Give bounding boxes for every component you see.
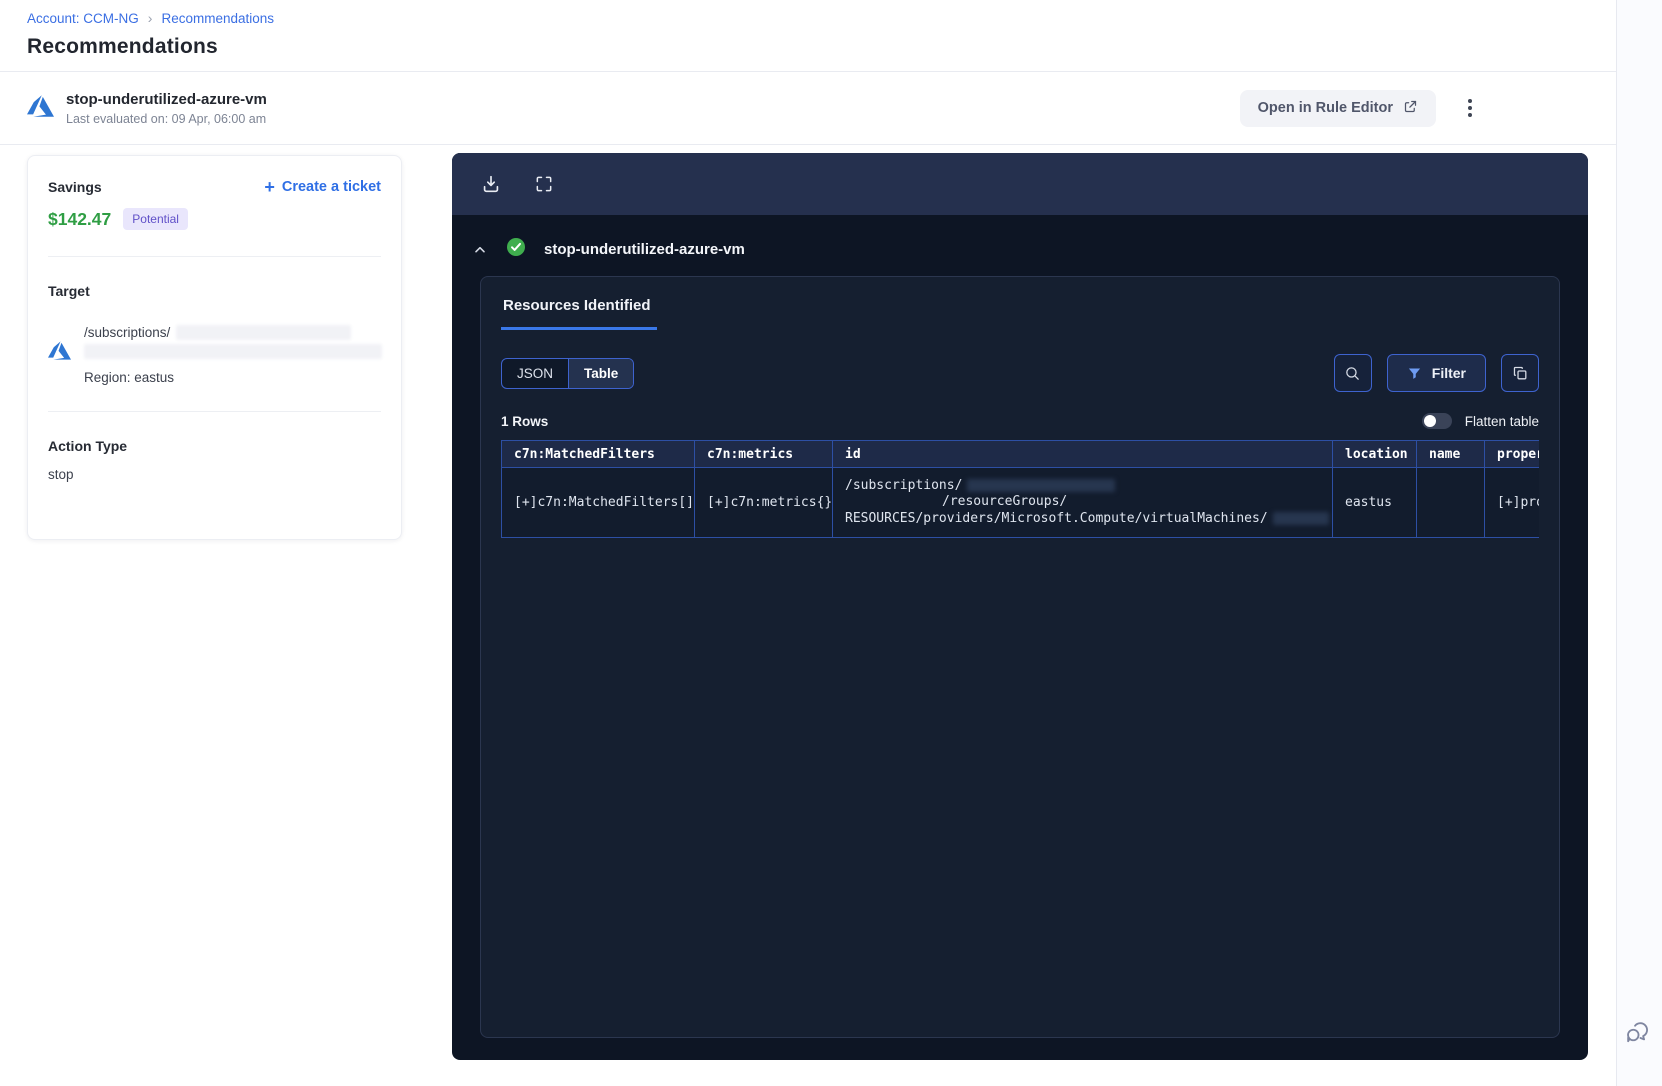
flatten-table-control: Flatten table <box>1421 413 1539 429</box>
breadcrumb-separator-icon: › <box>147 10 153 26</box>
tab-resources-identified[interactable]: Resources Identified <box>501 297 657 330</box>
cell-properties-expander[interactable]: [+]properties{} <box>1484 467 1539 538</box>
open-rule-editor-label: Open in Rule Editor <box>1257 100 1393 116</box>
recommendation-summary-card: Savings + Create a ticket $142.47 Potent… <box>27 155 402 540</box>
action-type-label: Action Type <box>48 438 128 454</box>
panel-titlebar: stop-underutilized-azure-vm <box>452 215 1588 276</box>
target-label: Target <box>48 283 90 299</box>
view-mode-table[interactable]: Table <box>568 358 634 388</box>
action-type-value: stop <box>48 467 74 482</box>
table-action-buttons: Filter <box>1333 354 1539 392</box>
main-content-column: Account: CCM-NG › Recommendations Recomm… <box>0 0 1617 1086</box>
resource-id-line2: /resourceGroups/ <box>942 494 1068 510</box>
target-path-text: /subscriptions/ <box>84 325 171 340</box>
flatten-table-toggle[interactable] <box>1421 413 1452 429</box>
recommendation-identity: stop-underutilized-azure-vm Last evaluat… <box>27 91 267 126</box>
breadcrumb-account-link[interactable]: Account: CCM-NG <box>27 11 139 26</box>
create-ticket-button[interactable]: + Create a ticket <box>264 177 381 197</box>
redacted-text <box>967 478 1116 492</box>
results-table-container: c7n:MatchedFilters c7n:metrics id locati… <box>501 440 1539 538</box>
body-area: Savings + Create a ticket $142.47 Potent… <box>0 140 1617 1086</box>
card-divider <box>48 256 381 257</box>
last-evaluated-text: Last evaluated on: 09 Apr, 06:00 am <box>66 111 267 126</box>
fullscreen-icon[interactable] <box>534 174 554 194</box>
search-button[interactable] <box>1333 354 1372 392</box>
external-link-icon <box>1403 99 1418 118</box>
rule-output-panel: stop-underutilized-azure-vm Resources Id… <box>452 153 1588 1060</box>
chevron-up-icon[interactable] <box>472 242 488 258</box>
cell-metrics-expander[interactable]: [+]c7n:metrics{} <box>694 467 833 538</box>
copy-button[interactable] <box>1501 354 1539 392</box>
cell-location: eastus <box>1332 467 1417 538</box>
recommendation-title-block: stop-underutilized-azure-vm Last evaluat… <box>66 91 267 126</box>
azure-logo-icon <box>27 94 54 122</box>
redacted-text <box>84 344 382 359</box>
column-header-location: location <box>1332 440 1417 468</box>
page-title: Recommendations <box>27 35 218 58</box>
plus-icon: + <box>264 177 275 197</box>
funnel-icon <box>1407 366 1422 381</box>
resource-id-line3: RESOURCES/providers/Microsoft.Compute/vi… <box>845 510 1268 526</box>
column-header-properties: properties <box>1484 440 1539 468</box>
redacted-text <box>1272 511 1329 525</box>
azure-logo-icon-small <box>48 341 71 365</box>
chat-bubbles-icon[interactable] <box>1623 1017 1653 1052</box>
resources-identified-card: Resources Identified JSON Table Filter 1… <box>480 276 1560 1038</box>
column-header-name: name <box>1416 440 1485 468</box>
filter-button[interactable]: Filter <box>1386 354 1486 392</box>
recommendation-name: stop-underutilized-azure-vm <box>66 90 267 108</box>
breadcrumb-recommendations-link[interactable]: Recommendations <box>161 11 274 26</box>
more-options-menu-button[interactable] <box>1462 95 1478 121</box>
resource-id-line1: /subscriptions/ <box>845 477 963 493</box>
recommendations-page: Account: CCM-NG › Recommendations Recomm… <box>0 0 1662 1086</box>
flatten-table-label: Flatten table <box>1464 413 1539 429</box>
column-header-id: id <box>832 440 1333 468</box>
panel-toolbar <box>452 153 1588 215</box>
target-info: /subscriptions/ Region: eastus <box>84 325 382 385</box>
download-icon[interactable] <box>480 173 502 195</box>
redacted-text <box>176 325 352 340</box>
savings-amount: $142.47 <box>48 208 112 229</box>
card-divider <box>48 411 381 412</box>
table-row: [+]c7n:MatchedFilters[] [+]c7n:metrics{}… <box>501 467 1539 538</box>
column-header-metrics: c7n:metrics <box>694 440 833 468</box>
open-rule-editor-button[interactable]: Open in Rule Editor <box>1239 89 1436 127</box>
results-table: c7n:MatchedFilters c7n:metrics id locati… <box>501 440 1539 538</box>
cell-matched-filters-expander[interactable]: [+]c7n:MatchedFilters[] <box>501 467 695 538</box>
filter-label: Filter <box>1431 365 1466 381</box>
cell-name <box>1416 467 1485 538</box>
check-circle-icon <box>506 237 526 262</box>
panel-rule-title: stop-underutilized-azure-vm <box>544 241 745 258</box>
cell-resource-id: /subscriptions/ /resourceGroups/ RESOURC… <box>832 467 1333 538</box>
rows-count: 1 Rows <box>501 413 549 429</box>
breadcrumb: Account: CCM-NG › Recommendations <box>0 0 1616 26</box>
view-mode-json[interactable]: JSON <box>502 359 568 388</box>
recommendation-header: stop-underutilized-azure-vm Last evaluat… <box>0 71 1616 145</box>
savings-label: Savings <box>48 179 102 195</box>
target-region-text: Region: eastus <box>84 370 175 385</box>
column-header-matched-filters: c7n:MatchedFilters <box>501 440 695 468</box>
header-actions: Open in Rule Editor <box>1239 89 1478 127</box>
create-ticket-label: Create a ticket <box>281 179 381 195</box>
table-header-row: c7n:MatchedFilters c7n:metrics id locati… <box>501 440 1539 468</box>
right-rail <box>1617 0 1662 1086</box>
view-mode-toggle: JSON Table <box>501 357 635 389</box>
potential-badge: Potential <box>123 208 188 230</box>
